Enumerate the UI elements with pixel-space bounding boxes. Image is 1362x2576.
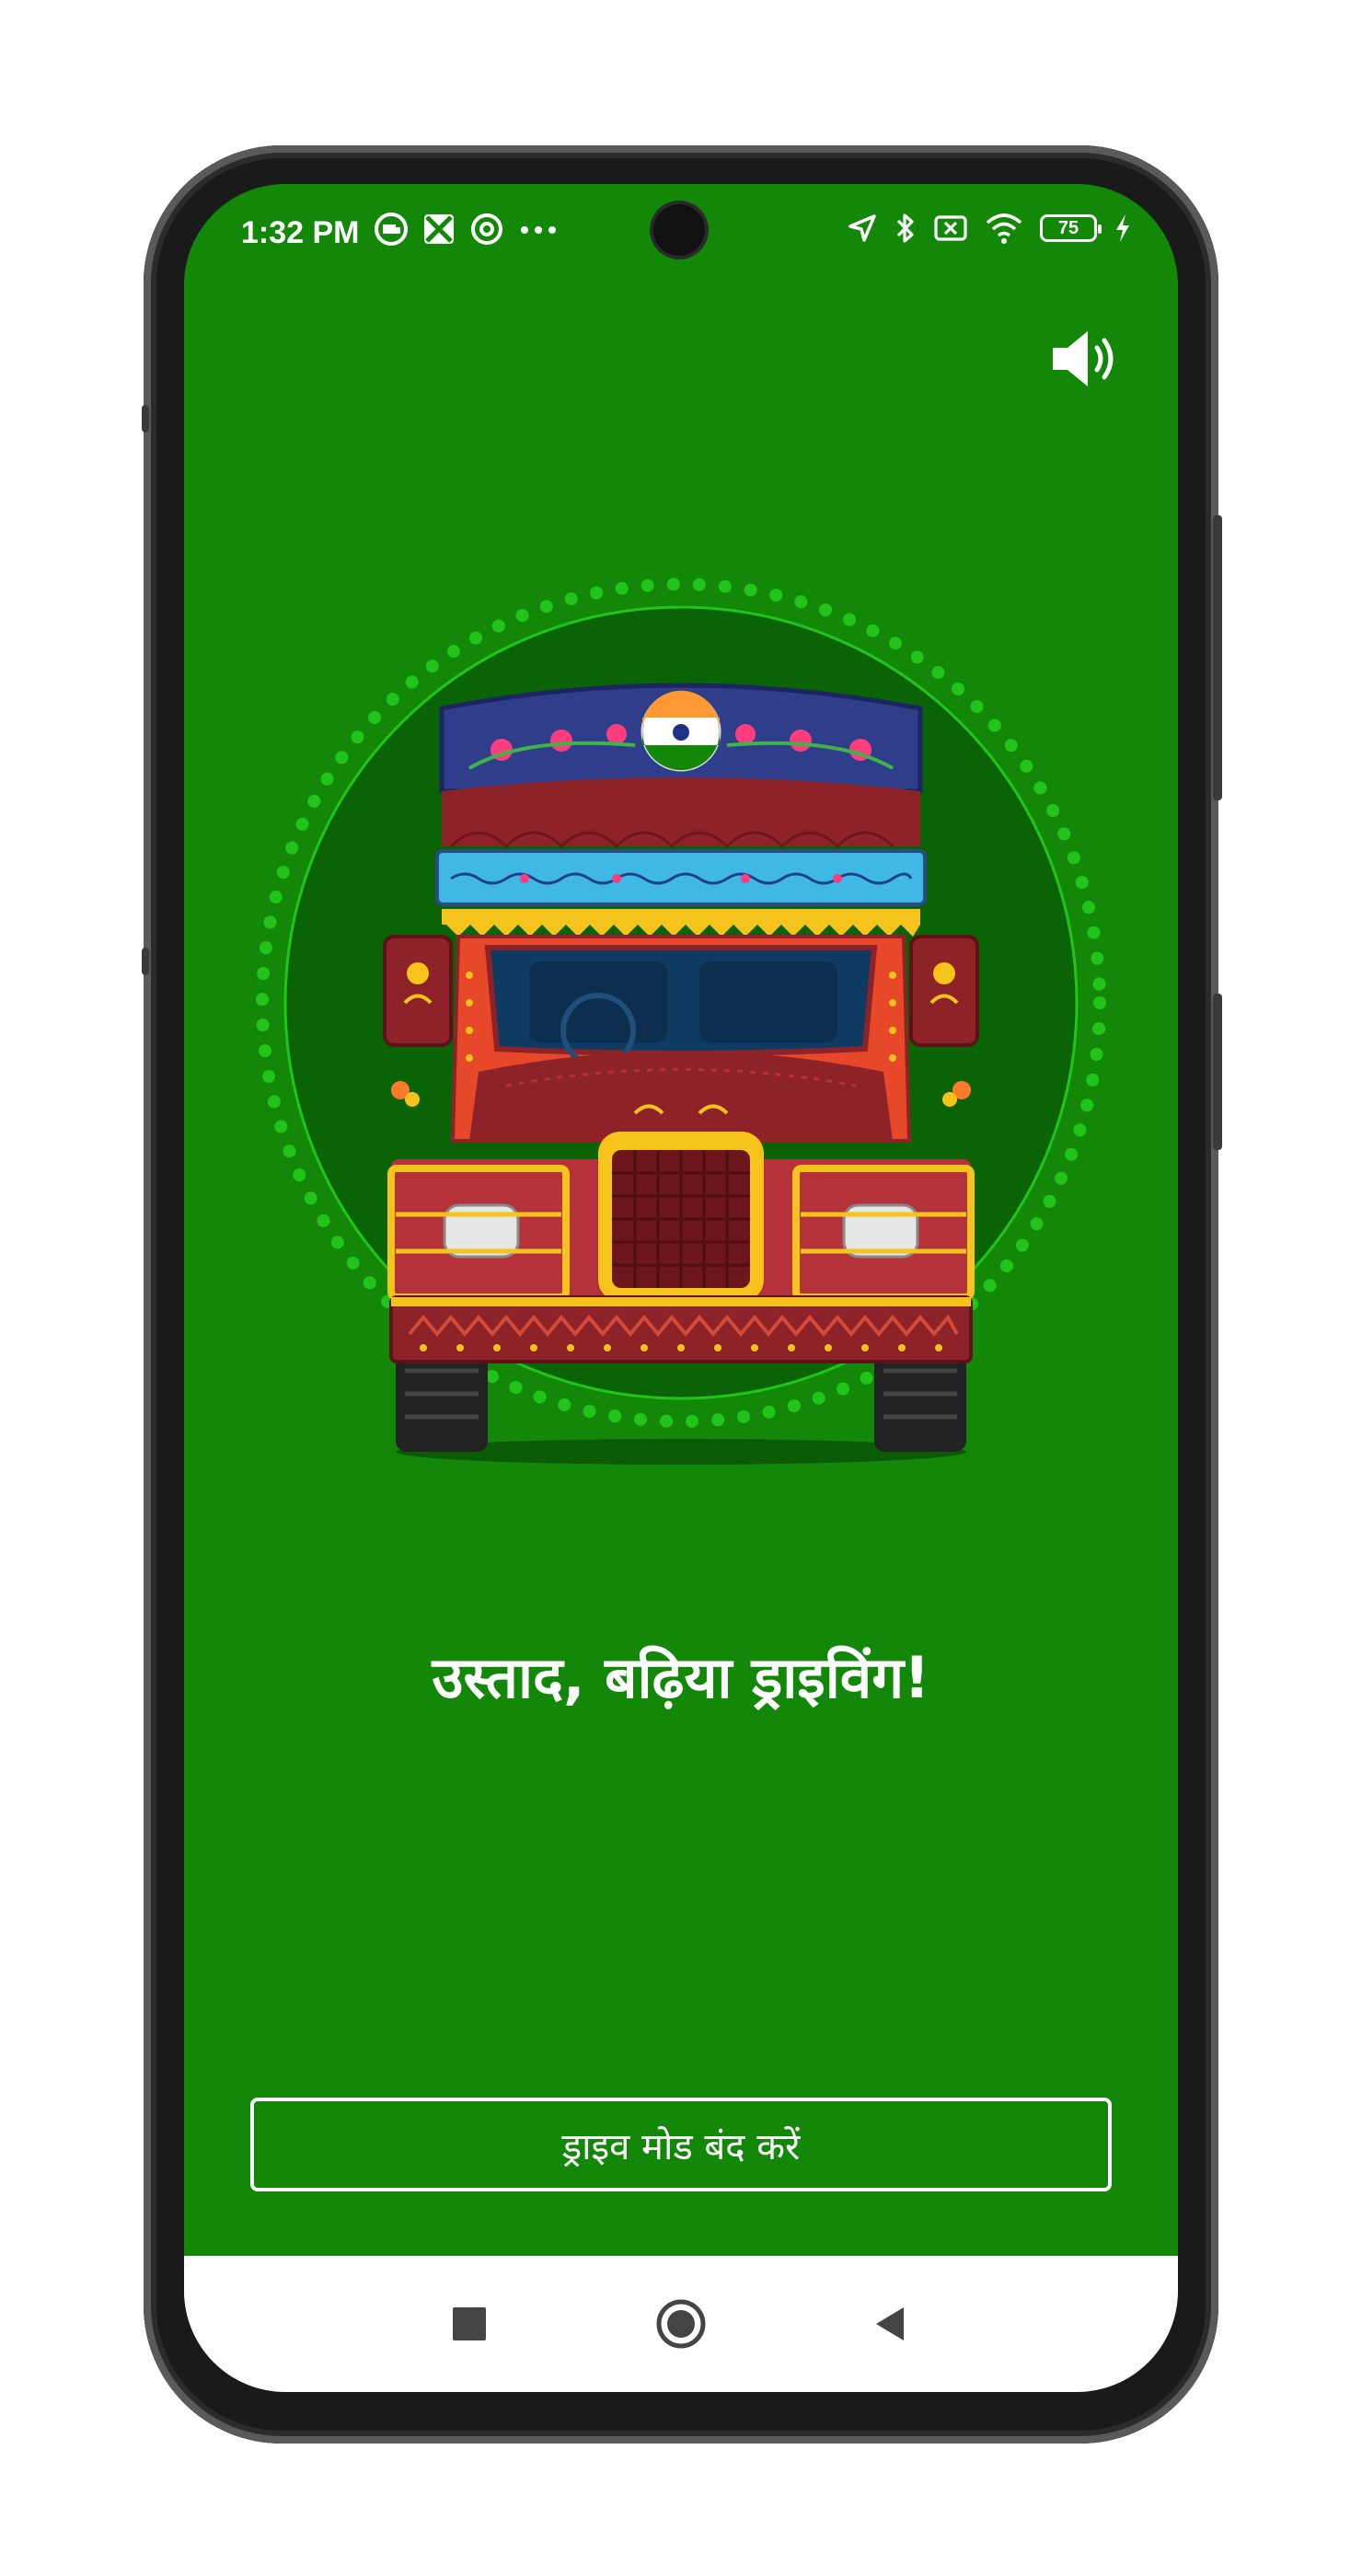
volume-button [1213,515,1222,800]
truck-roof-band [442,777,920,849]
status-time: 1:32 PM [241,215,360,250]
more-dots-icon [521,226,556,234]
wifi-icon [986,213,1022,244]
bluetooth-icon [896,213,914,243]
at-circle-icon [471,213,502,245]
no-sim-icon [934,215,967,241]
location-arrow-icon [848,214,876,242]
charging-bolt-icon [1116,214,1129,242]
india-flag-emblem [641,690,721,772]
truck-bumper [389,1295,973,1363]
front-camera [653,204,705,256]
status-bar: 1:32 PM 75 [184,184,1178,285]
left-side-button [142,405,149,432]
battery-level: 75 [1057,217,1079,238]
stop-drive-mode-label: ड्राइव मोड बंद करें [561,2125,801,2168]
stop-drive-mode-button[interactable]: ड्राइव मोड बंद करें [250,2098,1112,2191]
notification-icons [374,212,560,247]
back-triangle-icon[interactable] [863,2296,918,2352]
truck-top-banner [439,683,923,794]
power-button [1213,994,1222,1150]
truck-badge-icon [375,213,408,246]
home-circle-icon[interactable] [653,2296,709,2352]
crossed-tiles-icon [424,214,454,244]
battery-icon: 75 [1040,214,1102,242]
truck-blue-band [435,849,927,906]
app-screen: 1:32 PM 75 उस्ताद, बढ़िया ड्राइविंग! ड्र… [184,184,1178,2392]
congrats-message: उस्ताद, बढ़िया ड्राइविंग! [432,1644,930,1711]
navigation-bar [184,2256,1178,2392]
truck-cab [450,935,912,1143]
decorated-truck-illustration [256,578,1106,1465]
recents-square-icon[interactable] [442,2296,497,2352]
speaker-volume-icon[interactable] [1047,322,1121,396]
system-icons: 75 [847,212,1132,245]
left-side-button-2 [142,948,149,975]
